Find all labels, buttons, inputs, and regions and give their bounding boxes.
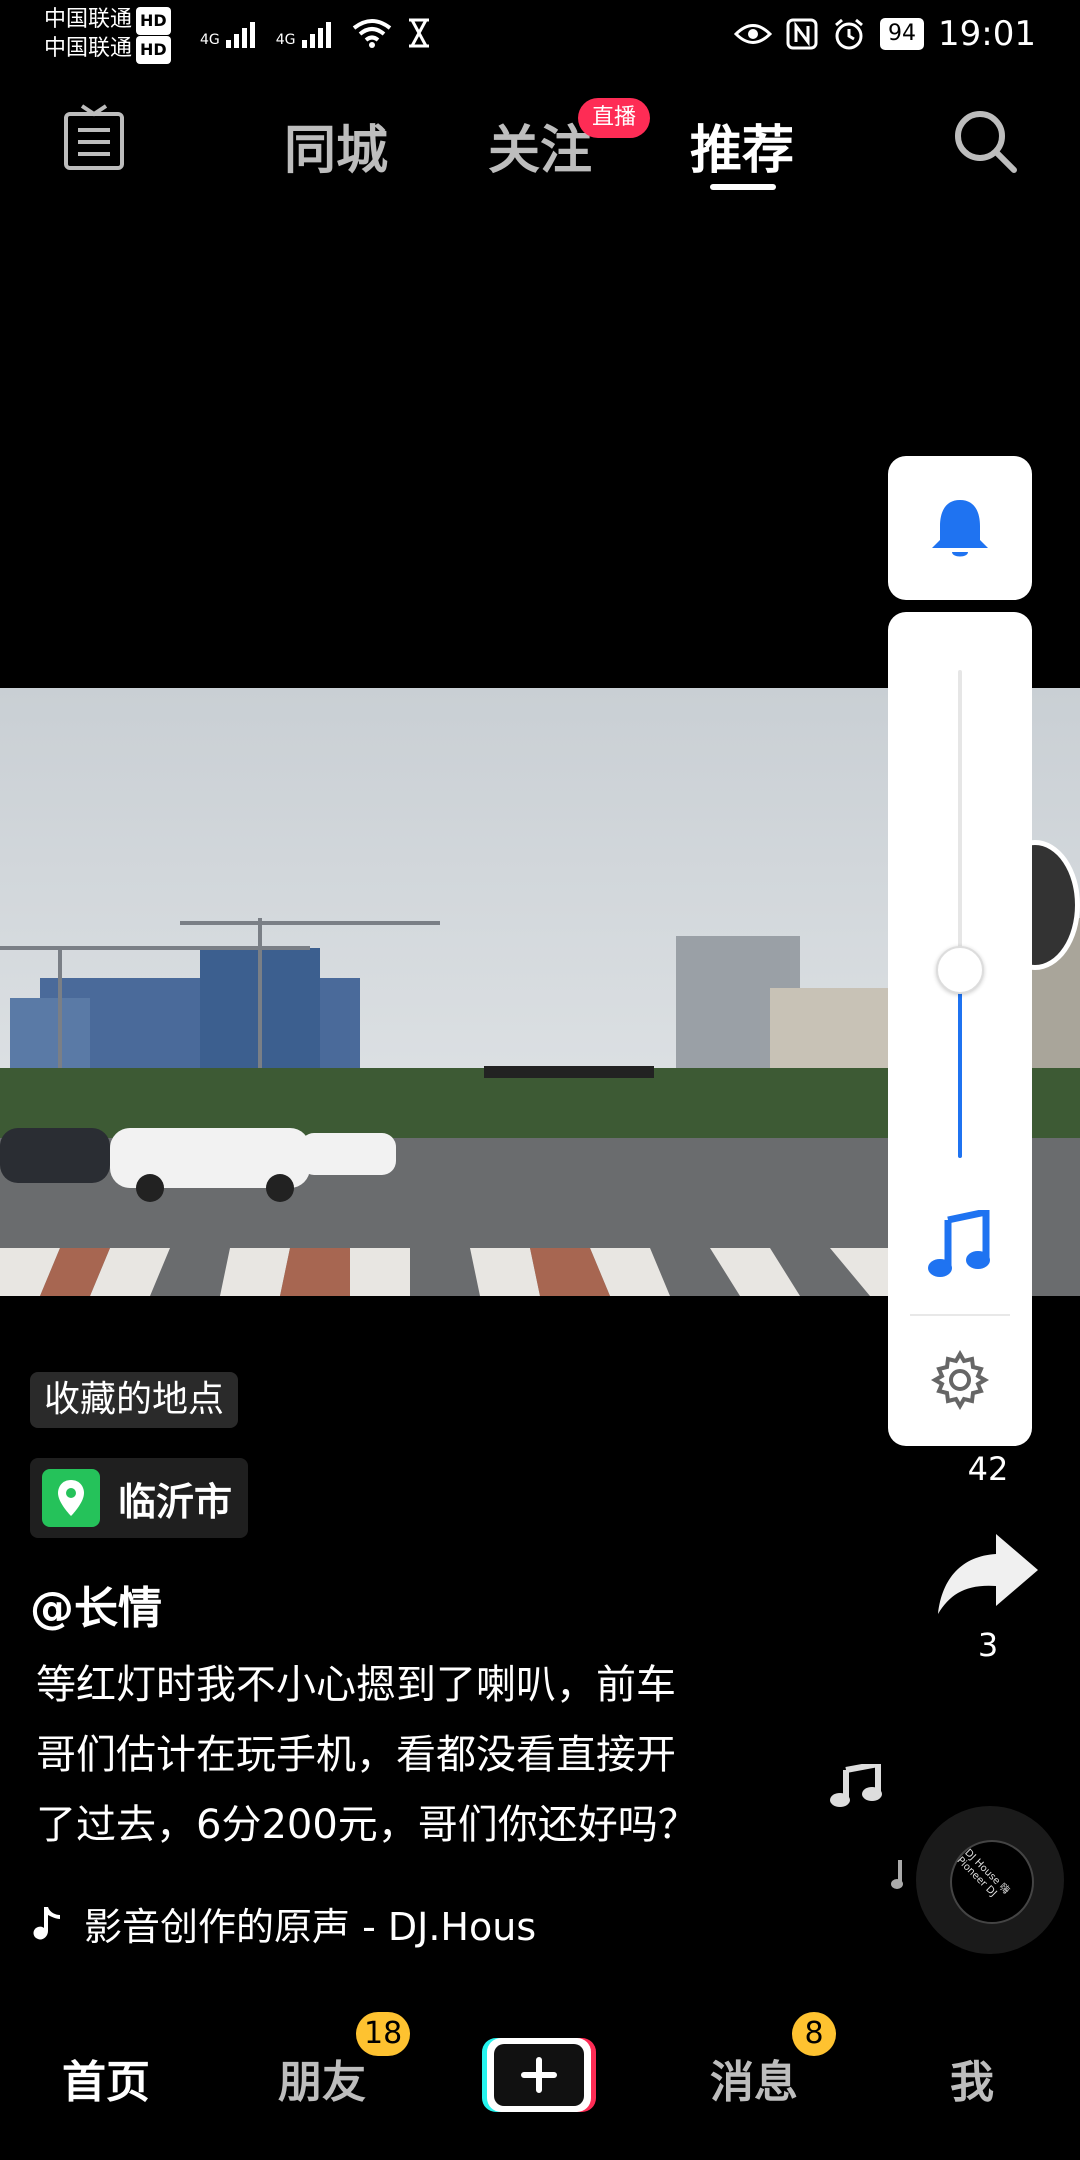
description-line: 了过去，6分200元，哥们你还好吗？ (36, 1802, 698, 1848)
share-count: 3 (977, 1626, 999, 1664)
music-note-icon[interactable] (928, 1210, 992, 1280)
tab-recommended[interactable]: 推荐 (690, 108, 794, 183)
location-chip[interactable]: 临沂市 (30, 1458, 249, 1538)
carrier-info: 中国联通 HD 中国联通 HD (44, 6, 171, 64)
carrier-2: 中国联通 (44, 36, 133, 61)
status-right: 94 19:01 (734, 14, 1036, 54)
carrier-1: 中国联通 (44, 7, 133, 32)
comment-count: 42 (967, 1450, 1009, 1488)
alarm-icon (835, 18, 863, 50)
hd-badge: HD (136, 7, 171, 35)
tab-following[interactable]: 关注 (488, 108, 592, 183)
location-name: 临沂市 (118, 1479, 233, 1524)
gear-icon[interactable] (930, 1350, 990, 1410)
eye-icon (734, 24, 773, 44)
notification-card[interactable] (888, 456, 1032, 600)
live-icon[interactable] (62, 104, 126, 174)
description-line: 等红灯时我不小心摁到了喇叭，前车 (36, 1662, 676, 1708)
battery-icon: 94 (880, 18, 925, 50)
volume-slider-handle[interactable] (936, 946, 984, 994)
create-button[interactable] (482, 2034, 596, 2116)
nav-messages[interactable]: 消息 (710, 2046, 798, 2110)
music-note-icon (890, 1858, 916, 1894)
volume-panel (888, 612, 1032, 1446)
panel-divider (910, 1314, 1010, 1316)
share-icon[interactable] (936, 1530, 1040, 1616)
volume-level-fill (958, 968, 962, 1158)
author-name[interactable]: @长情 (30, 1572, 162, 1636)
search-icon[interactable] (952, 108, 1018, 174)
location-pin-icon (42, 1469, 100, 1527)
post-description: 等红灯时我不小心摁到了喇叭，前车 哥们估计在玩手机，看都没看直接开 了过去，6分… (36, 1650, 776, 1860)
clock: 19:01 (938, 14, 1036, 54)
music-info[interactable]: 影音创作的原声 - DJ.Hous (30, 1896, 570, 1951)
live-badge: 直播 (578, 98, 651, 138)
music-title: 影音创作的原声 - DJ.Hous (84, 1905, 537, 1949)
music-note-icon (828, 1760, 882, 1812)
saved-places-chip[interactable]: 收藏的地点 (30, 1372, 239, 1428)
network-type-1: 4G (200, 32, 220, 48)
friends-badge: 18 (356, 2012, 411, 2056)
nav-home[interactable]: 首页 (62, 2046, 150, 2110)
tab-nearby[interactable]: 同城 (284, 108, 388, 183)
messages-badge: 8 (792, 2012, 836, 2056)
signal-icon (225, 22, 255, 48)
signal-icon (301, 22, 331, 48)
nav-friends[interactable]: 朋友 (278, 2046, 366, 2110)
hourglass-icon (408, 18, 429, 48)
wifi-icon (352, 19, 391, 48)
nfc-icon (786, 18, 818, 50)
description-line: 哥们估计在玩手机，看都没看直接开 (36, 1732, 676, 1778)
tab-active-indicator (710, 184, 776, 190)
status-bar: 中国联通 HD 中国联通 HD 4G 4G 94 19:01 (0, 0, 1080, 70)
bell-icon (932, 500, 988, 557)
hd-badge: HD (136, 36, 171, 64)
nav-me[interactable]: 我 (950, 2046, 994, 2110)
network-type-2: 4G (275, 32, 296, 48)
signal-group: 4G 4G (200, 18, 432, 48)
tiktok-note-icon (33, 1906, 60, 1940)
